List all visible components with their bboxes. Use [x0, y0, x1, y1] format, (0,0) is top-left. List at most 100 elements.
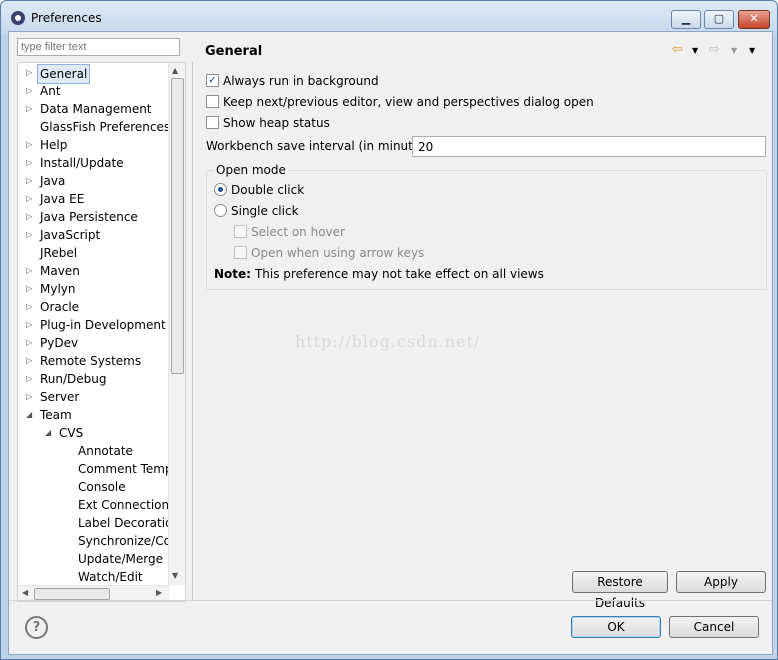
checkbox-label: Keep next/previous editor, view and pers… [223, 95, 594, 109]
tree-item-label: Ant [40, 84, 61, 98]
collapsed-triangle-icon[interactable]: ▷ [26, 298, 34, 316]
tree-item-label: Install/Update [40, 156, 124, 170]
button-bar-divider [9, 600, 772, 601]
preference-tree[interactable]: ▷ General ▷ Ant ▷ Data Management GlassFish Pr… [17, 62, 186, 602]
help-icon[interactable]: ? [25, 616, 48, 639]
tree-item-label: Mylyn [40, 282, 76, 296]
tree-item-label: Team [40, 408, 72, 422]
tree-item-label: Console [78, 480, 126, 494]
scroll-up-arrow-icon[interactable]: ▲ [172, 66, 178, 75]
expanded-triangle-icon[interactable]: ◢ [45, 424, 53, 442]
close-icon: ✕ [749, 12, 759, 25]
restore-defaults-button[interactable]: Restore Defaults [572, 571, 668, 610]
scroll-down-arrow-icon[interactable]: ▼ [172, 571, 178, 580]
tree-item-label: Help [40, 138, 68, 152]
tree-horizontal-scrollbar[interactable]: ◀ ▶ [18, 585, 169, 601]
tree-item-label: PyDev [40, 336, 79, 350]
show-heap-status-checkbox[interactable]: Show heap status [206, 114, 330, 132]
note-label: Note: [214, 267, 251, 281]
maximize-icon: ▢ [713, 12, 725, 25]
dialog-body: ▷General▷Ant▷Data ManagementGlassFish Pr… [8, 31, 773, 655]
collapsed-triangle-icon[interactable]: ▷ [26, 64, 34, 82]
panel-splitter[interactable] [192, 62, 193, 600]
tree-item-label: Label Decoration [78, 516, 181, 530]
collapsed-triangle-icon[interactable]: ▷ [26, 280, 34, 298]
tree-item-label: Watch/Edit [78, 570, 143, 584]
forward-menu-icon[interactable]: ▼ [731, 46, 737, 55]
checkbox-box [234, 225, 247, 238]
checkbox-label: Show heap status [223, 116, 330, 130]
checkbox-box [234, 246, 247, 259]
scroll-left-arrow-icon[interactable]: ◀ [22, 588, 28, 597]
tree-item-label: Remote Systems [40, 354, 142, 368]
collapsed-triangle-icon[interactable]: ▷ [26, 316, 34, 334]
keep-dialog-open-checkbox[interactable]: Keep next/previous editor, view and pers… [206, 93, 594, 111]
preferences-window: Preferences ▁ ▢ ✕ ▷General▷Ant▷Data Mana… [0, 0, 778, 660]
maximize-button[interactable]: ▢ [704, 10, 734, 29]
back-arrow-icon[interactable]: ⇦ [672, 42, 683, 57]
tree-item-label: Annotate [78, 444, 133, 458]
radio-button[interactable] [214, 183, 227, 196]
tree-item-label: JavaScript [40, 228, 101, 242]
checkbox-box[interactable]: ✓ [206, 74, 219, 87]
open-mode-note: Note: This preference may not take effect… [214, 267, 544, 281]
collapsed-triangle-icon[interactable]: ▷ [26, 172, 34, 190]
single-click-radio[interactable]: Single click [214, 202, 299, 220]
minimize-button[interactable]: ▁ [671, 10, 701, 29]
collapsed-triangle-icon[interactable]: ▷ [26, 190, 34, 208]
scroll-right-arrow-icon[interactable]: ▶ [156, 588, 162, 597]
expanded-triangle-icon[interactable]: ◢ [26, 406, 34, 424]
checkbox-label: Select on hover [251, 225, 345, 239]
collapsed-triangle-icon[interactable]: ▷ [26, 226, 34, 244]
collapsed-triangle-icon[interactable]: ▷ [26, 154, 34, 172]
cancel-button[interactable]: Cancel [669, 616, 759, 638]
view-menu-icon[interactable]: ▼ [749, 46, 755, 55]
ok-button[interactable]: OK [571, 616, 661, 638]
tree-item-label: Run/Debug [40, 372, 107, 386]
radio-label: Single click [231, 204, 299, 218]
save-interval-input[interactable]: 20 [412, 136, 766, 157]
double-click-radio[interactable]: Double click [214, 181, 304, 199]
collapsed-triangle-icon[interactable]: ▷ [26, 334, 34, 352]
tree-item-label: GlassFish Preferences [40, 120, 171, 134]
tree-item-label: Server [40, 390, 80, 404]
tree-item-label: Java Persistence [40, 210, 138, 224]
tree-vertical-scrollbar[interactable]: ▲ ▼ [168, 63, 185, 585]
tree-item-label: Update/Merge [78, 552, 163, 566]
tree-item-label: Java EE [40, 192, 85, 206]
checkbox-label: Open when using arrow keys [251, 246, 425, 260]
tree-item-label: Maven [40, 264, 80, 278]
checkbox-box[interactable] [206, 95, 219, 108]
collapsed-triangle-icon[interactable]: ▷ [26, 208, 34, 226]
tree-item-label: Oracle [40, 300, 80, 314]
window-title: Preferences [31, 11, 102, 25]
forward-arrow-icon[interactable]: ⇨ [709, 42, 720, 57]
collapsed-triangle-icon[interactable]: ▷ [26, 136, 34, 154]
tree-scroll-thumb[interactable] [171, 78, 184, 374]
close-button[interactable]: ✕ [738, 10, 770, 29]
title-bar[interactable]: Preferences ▁ ▢ ✕ [1, 1, 777, 35]
watermark-text: http://blog.csdn.net/ [295, 332, 481, 351]
collapsed-triangle-icon[interactable]: ▷ [26, 388, 34, 406]
collapsed-triangle-icon[interactable]: ▷ [26, 82, 34, 100]
radio-button[interactable] [214, 204, 227, 217]
tree-item-label: JRebel [40, 246, 78, 260]
tree-item-label: Java [40, 174, 66, 188]
collapsed-triangle-icon[interactable]: ▷ [26, 262, 34, 280]
tree-item-label: CVS [59, 426, 84, 440]
collapsed-triangle-icon[interactable]: ▷ [26, 352, 34, 370]
open-arrow-keys-checkbox: Open when using arrow keys [234, 244, 424, 262]
back-menu-icon[interactable]: ▼ [692, 46, 698, 55]
open-mode-label: Open mode [214, 163, 288, 177]
tree-item-label: Comment Temp [78, 462, 173, 476]
collapsed-triangle-icon[interactable]: ▷ [26, 370, 34, 388]
collapsed-triangle-icon[interactable]: ▷ [26, 100, 34, 118]
filter-input[interactable] [17, 38, 180, 56]
tree-hscroll-thumb[interactable] [34, 588, 110, 600]
always-run-background-checkbox[interactable]: ✓ Always run in background [206, 72, 379, 90]
apply-button[interactable]: Apply [676, 571, 766, 593]
select-on-hover-checkbox: Select on hover [234, 223, 345, 241]
tree-item-label: Data Management [40, 102, 152, 116]
radio-label: Double click [231, 183, 305, 197]
checkbox-box[interactable] [206, 116, 219, 129]
